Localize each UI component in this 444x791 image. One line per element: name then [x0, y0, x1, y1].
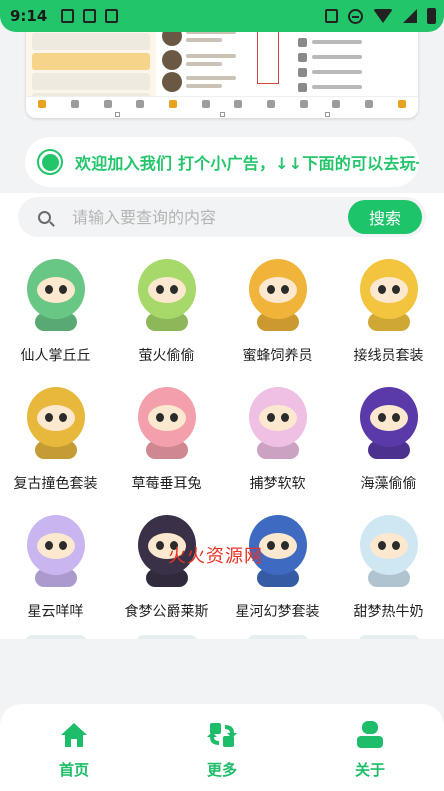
- outfit-item-partial: [111, 633, 222, 639]
- outfit-item-label: 蜜蜂饲养员: [242, 348, 313, 364]
- outfit-item[interactable]: 星云咩咩: [0, 505, 111, 633]
- outfit-item[interactable]: 草莓垂耳兔: [111, 377, 222, 505]
- home-icon: [61, 723, 87, 747]
- dreamcatcher-figure-icon: [237, 381, 319, 467]
- search-icon: [38, 211, 51, 224]
- outfit-item-label: 甜梦热牛奶: [353, 604, 424, 620]
- milk-figure-icon: [348, 509, 430, 595]
- seaweed-figure-icon: [348, 381, 430, 467]
- outfit-item-label: 捕梦软软: [249, 476, 306, 492]
- outfit-item-label: 仙人掌丘丘: [20, 348, 91, 364]
- signal-icon: [403, 9, 417, 23]
- outfit-item[interactable]: 仙人掌丘丘: [0, 249, 111, 377]
- notification-icon: [61, 9, 75, 23]
- outfit-item-label: 草莓垂耳兔: [131, 476, 202, 492]
- dream-duke-figure-icon: [126, 509, 208, 595]
- outfit-item-label: 海藻偷偷: [360, 476, 417, 492]
- ad-image-nav: [26, 96, 418, 110]
- outfit-item-partial: [333, 633, 444, 639]
- briefcase-icon: [325, 9, 338, 23]
- tab-home-label: 首页: [58, 761, 89, 779]
- outfit-item[interactable]: 甜梦热牛奶: [333, 505, 444, 633]
- outfit-item[interactable]: 复古撞色套装: [0, 377, 111, 505]
- outfit-grid: 仙人掌丘丘 萤火偷偷 蜜蜂饲养员 接线员套装复古撞色套装 草莓垂耳兔 捕梦软软 海藻偷偷星云…: [0, 249, 444, 639]
- search-button[interactable]: 搜索: [348, 200, 422, 234]
- outfit-item[interactable]: 捕梦软软: [222, 377, 333, 505]
- firefly-figure-icon: [126, 253, 208, 339]
- outfit-item-label: 星河幻梦套装: [235, 604, 320, 620]
- outfit-item[interactable]: 接线员套装: [333, 249, 444, 377]
- bottom-tab-bar: 首页 更多 关于: [0, 704, 444, 791]
- galaxy-dream-figure-icon: [237, 509, 319, 595]
- outfit-item-label: 星云咩咩: [27, 604, 84, 620]
- tab-about[interactable]: 关于: [296, 704, 444, 791]
- notice-text: 欢迎加入我们 打个小广告，↓↓下面的可以去玩一: [75, 154, 419, 173]
- outfit-panel: 搜索 仙人掌丘丘 萤火偷偷 蜜蜂饲养员 接线员套装复古撞色套装 草莓垂耳兔 捕梦软软 海藻偷…: [0, 193, 444, 639]
- retro-figure-icon: [15, 381, 97, 467]
- search-input[interactable]: [72, 197, 342, 237]
- notice-dot-icon: [37, 149, 63, 175]
- tab-more-label: 更多: [206, 761, 237, 779]
- outfit-item-label: 食梦公爵莱斯: [124, 604, 209, 620]
- ad-image-system-bar: [26, 110, 418, 118]
- outfit-item-partial: [0, 633, 111, 639]
- outfit-item[interactable]: 蜜蜂饲养员: [222, 249, 333, 377]
- outfit-item[interactable]: 海藻偷偷: [333, 377, 444, 505]
- do-not-disturb-icon: [348, 8, 363, 24]
- wifi-icon: [373, 9, 393, 23]
- tab-about-label: 关于: [354, 761, 385, 779]
- notification-icon: [105, 9, 119, 23]
- outfit-item-label: 萤火偷偷: [138, 348, 195, 364]
- outfit-item[interactable]: 食梦公爵莱斯: [111, 505, 222, 633]
- bee-keeper-figure-icon: [237, 253, 319, 339]
- outfit-item[interactable]: 萤火偷偷: [111, 249, 222, 377]
- battery-icon: [427, 8, 436, 24]
- outfit-item[interactable]: 星河幻梦套装: [222, 505, 333, 633]
- strawberry-bunny-figure-icon: [126, 381, 208, 467]
- outfit-item-label: 接线员套装: [353, 348, 424, 364]
- status-bar: 9:14: [0, 0, 444, 32]
- nebula-sheep-figure-icon: [15, 509, 97, 595]
- notification-icon: [83, 9, 97, 23]
- outfit-item-label: 复古撞色套装: [13, 476, 98, 492]
- system-icons: [325, 8, 436, 24]
- operator-figure-icon: [348, 253, 430, 339]
- notification-icons: [61, 9, 119, 23]
- tab-more[interactable]: 更多: [148, 704, 296, 791]
- tab-home[interactable]: 首页: [0, 704, 148, 791]
- search-bar: 搜索: [18, 197, 426, 237]
- outfit-item-partial: [222, 633, 333, 639]
- status-time: 9:14: [10, 7, 48, 25]
- refresh-icon: [207, 723, 237, 747]
- user-icon: [357, 721, 383, 748]
- notice-marquee: 欢迎加入我们 打个小广告，↓↓下面的可以去玩一: [25, 137, 419, 187]
- cactus-figure-icon: [15, 253, 97, 339]
